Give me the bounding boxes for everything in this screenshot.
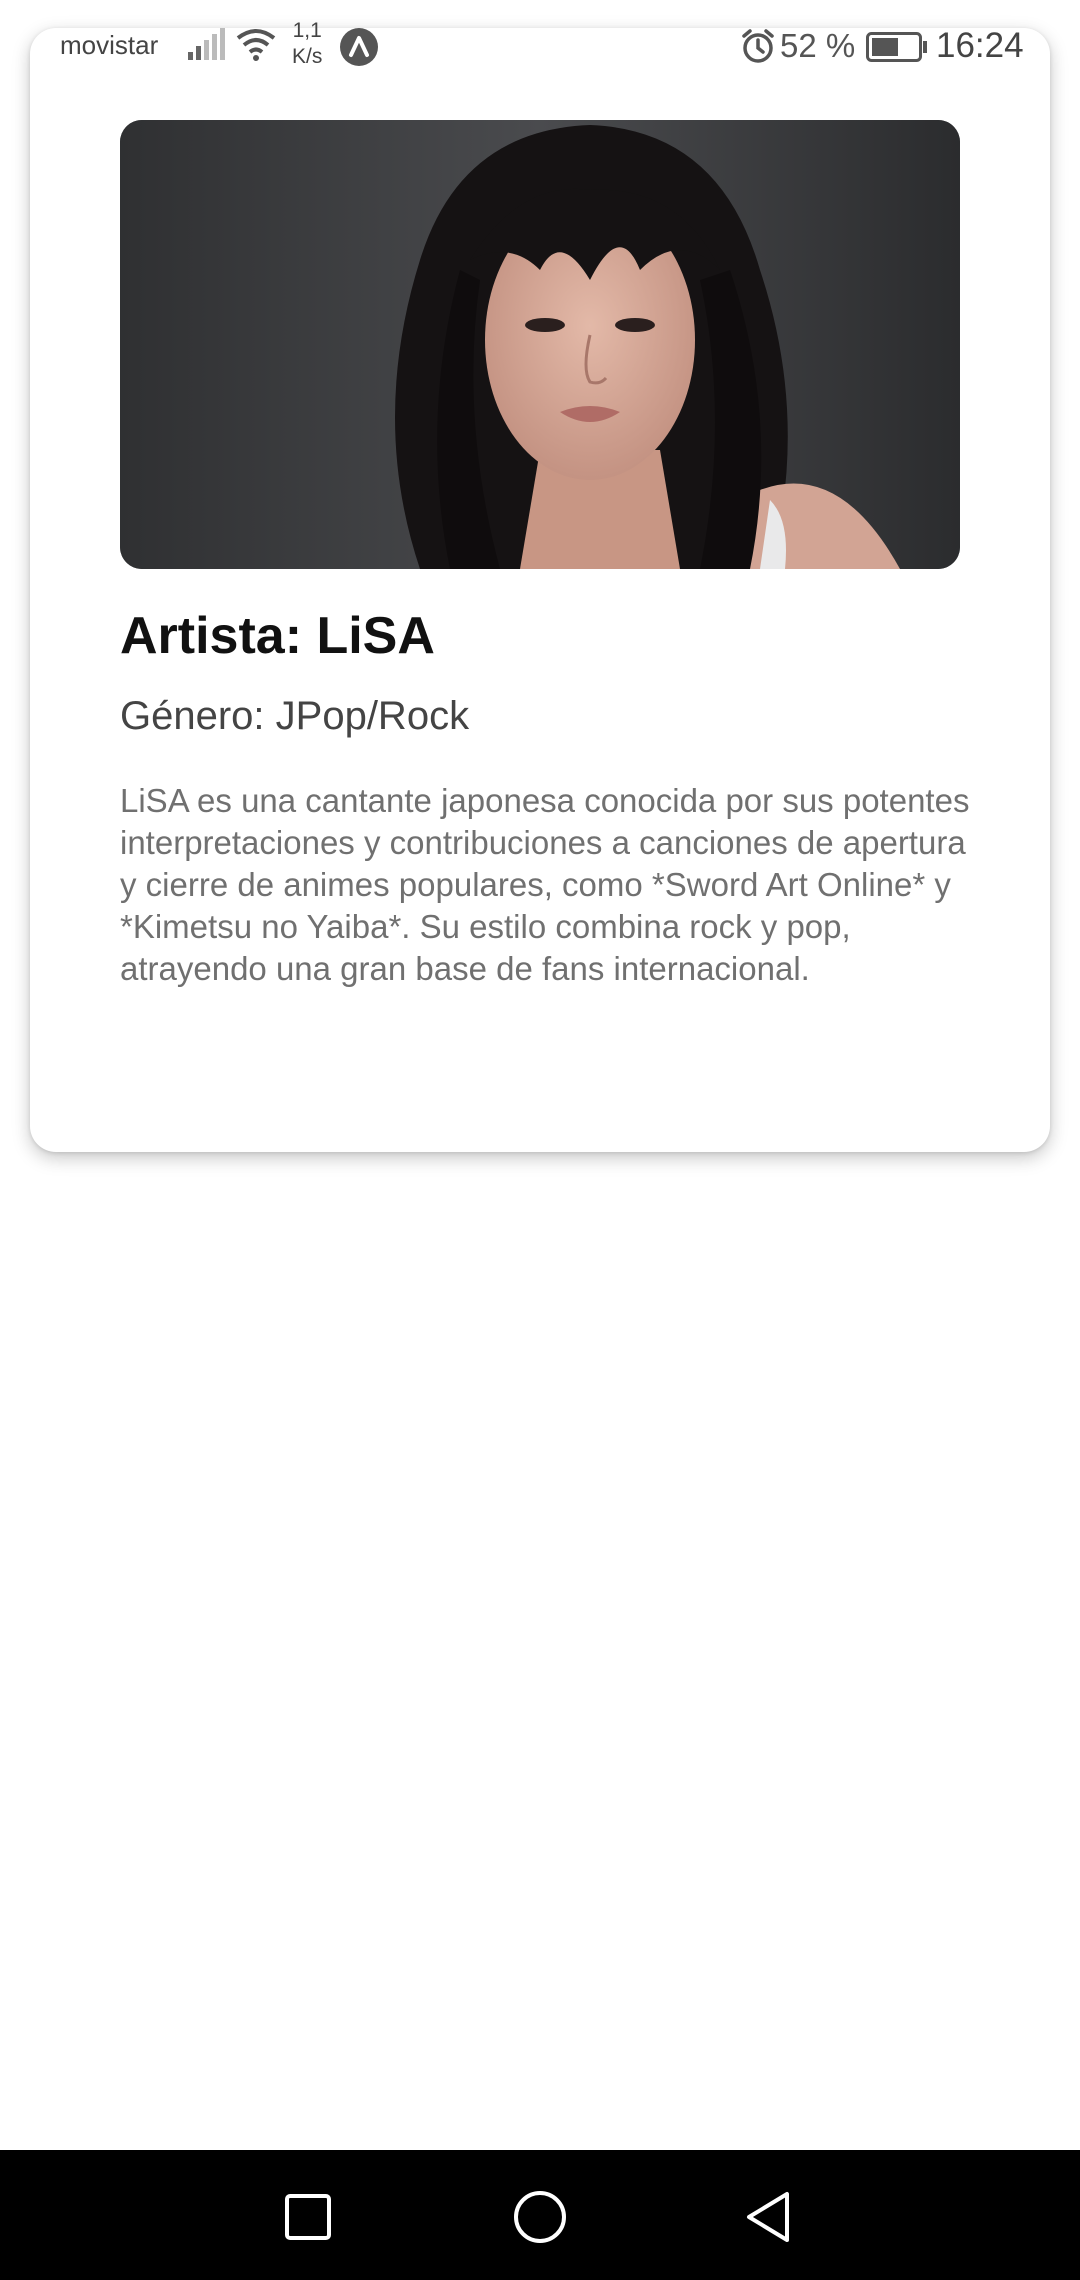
back-button[interactable] (735, 2182, 805, 2252)
battery-icon (866, 32, 928, 69)
carrier-name: movistar (60, 30, 159, 60)
artist-description: LiSA es una cantante japonesa conocida p… (120, 782, 970, 987)
battery-percent: 52 % (780, 27, 856, 64)
signal-icon (188, 28, 226, 67)
speed-value: 1,1 (292, 19, 322, 42)
artist-title: Artista: LiSA (120, 607, 435, 665)
wifi-icon (236, 26, 276, 69)
network-speed: 1,1 K/s (292, 18, 322, 70)
artist-genre: Género: JPop/Rock (120, 694, 470, 738)
recents-button[interactable] (273, 2182, 343, 2252)
clock: 16:24 (936, 26, 1024, 65)
artist-photo (120, 120, 960, 569)
status-bar: movistar 1,1 K/s 52 % 16:24 (0, 0, 1080, 92)
home-button[interactable] (505, 2182, 575, 2252)
speed-unit: K/s (292, 45, 323, 68)
app-notification-icon (340, 28, 378, 66)
navigation-bar (0, 2150, 1080, 2280)
alarm-icon (740, 28, 776, 71)
